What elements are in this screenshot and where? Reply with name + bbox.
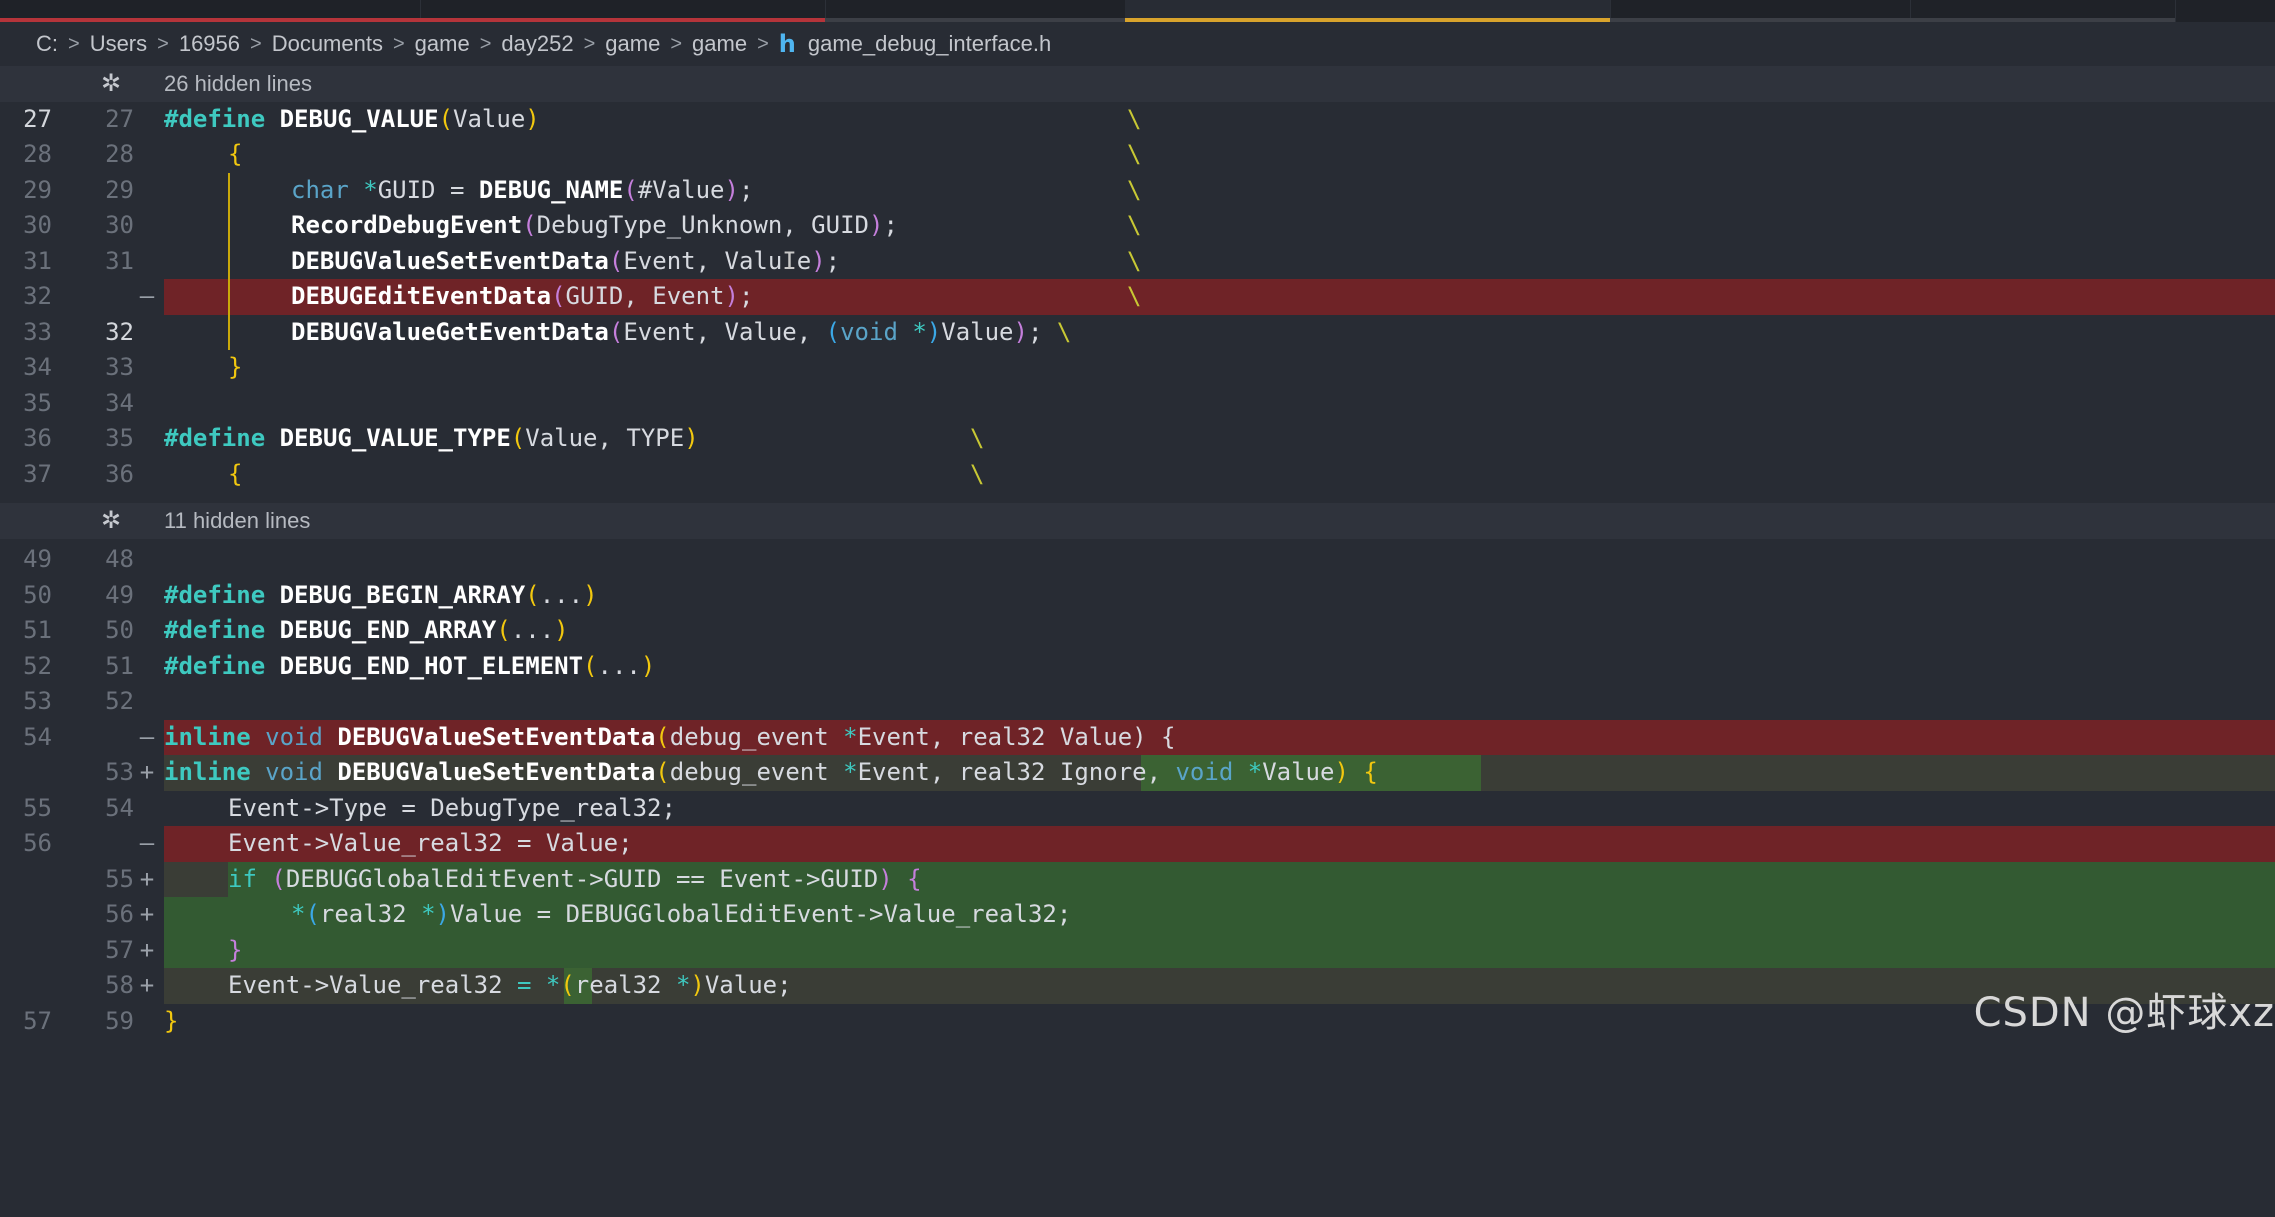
code-line: 35 34 bbox=[23, 388, 134, 417]
code-line: 57 59 } bbox=[23, 1006, 179, 1035]
hidden-lines-label: 11 hidden lines bbox=[164, 508, 311, 533]
hidden-lines-bar[interactable]: ✲ 11 hidden lines bbox=[0, 503, 2275, 539]
code-line: 34 33 } bbox=[23, 353, 243, 381]
added-line: 53 + inline void DEBUGValueSetEventData(… bbox=[0, 755, 2275, 791]
breadcrumb: C: > Users > 16956 > Documents > game > day25… bbox=[0, 22, 2275, 66]
added-line: 56 + *(real32 *)Value = DEBUGGlobalEditE… bbox=[0, 897, 2275, 933]
code-line: 55 54 Event->Type = DebugType_real32; bbox=[23, 793, 676, 822]
added-line: 58 + Event->Value_real32 = *(real32 *)Va… bbox=[0, 968, 2275, 1004]
added-line: 57 + } bbox=[0, 932, 2275, 968]
removed-mark: — bbox=[139, 282, 155, 310]
text-cursor-icon: I bbox=[782, 246, 797, 275]
old-line-number: 27 bbox=[23, 104, 52, 133]
code-line: 52 51 #define DEBUG_END_HOT_ELEMENT(...) bbox=[23, 651, 656, 680]
breadcrumb-item[interactable]: Documents bbox=[272, 31, 383, 57]
chevron-right-icon: > bbox=[479, 32, 492, 55]
watermark: CSDN @虾球xz bbox=[1973, 990, 2275, 1036]
breadcrumb-item[interactable]: game bbox=[605, 31, 660, 57]
chevron-right-icon: > bbox=[68, 32, 80, 55]
breadcrumb-item[interactable]: game bbox=[415, 31, 470, 57]
chevron-right-icon: > bbox=[250, 32, 262, 55]
code-line: 28 28 { \ bbox=[23, 140, 1142, 168]
chevron-right-icon: > bbox=[157, 32, 169, 55]
code-line: 31 31 DEBUGValueSetEventData(Event, Valu… bbox=[0, 243, 2275, 279]
chevron-right-icon: > bbox=[392, 32, 405, 55]
unfold-icon[interactable]: ✲ bbox=[96, 503, 126, 539]
editor-tab[interactable] bbox=[1910, 0, 2176, 22]
code-line: 37 36 { \ bbox=[23, 459, 985, 488]
breadcrumb-item[interactable]: day252 bbox=[501, 31, 573, 57]
chevron-right-icon: > bbox=[670, 32, 683, 55]
unfold-icon[interactable]: ✲ bbox=[96, 66, 126, 102]
code-line: 51 50 #define DEBUG_END_ARRAY(...) bbox=[23, 616, 569, 644]
c-header-file-icon: h bbox=[778, 30, 796, 58]
editor-tab[interactable] bbox=[825, 0, 1126, 22]
breadcrumb-item[interactable]: 16956 bbox=[179, 31, 240, 57]
editor-tab-active[interactable] bbox=[1125, 0, 1611, 22]
code-line: 27 27 #define DEBUG_VALUE(Value) \ bbox=[0, 102, 2275, 138]
new-line-number: 27 bbox=[105, 104, 134, 133]
breadcrumb-file[interactable]: game_debug_interface.h bbox=[808, 31, 1051, 57]
added-line: 55 + if (DEBUGGlobalEditEvent->GUID == E… bbox=[0, 861, 2275, 897]
code-line: 30 30 RecordDebugEvent(DebugType_Unknown… bbox=[0, 208, 2275, 244]
code-line: 49 48 bbox=[23, 545, 134, 573]
breadcrumb-item[interactable]: C: bbox=[36, 31, 58, 57]
hidden-lines-label: 26 hidden lines bbox=[164, 71, 313, 96]
breadcrumb-item[interactable]: game bbox=[692, 31, 747, 57]
editor-tab[interactable] bbox=[420, 0, 826, 22]
editor-tab[interactable] bbox=[0, 0, 421, 22]
breadcrumb-item[interactable]: Users bbox=[90, 31, 147, 57]
editor-tab[interactable] bbox=[1610, 0, 1911, 22]
diff-editor[interactable]: ✲ 26 hidden lines 27 27 #define DEBUG_VA… bbox=[0, 66, 2275, 1052]
deleted-line: 54 — inline void DEBUGValueSetEventData(… bbox=[0, 719, 2275, 755]
chevron-right-icon: > bbox=[757, 32, 769, 55]
code-line: 50 49 #define DEBUG_BEGIN_ARRAY(...) bbox=[23, 580, 598, 609]
deleted-line: 56 — Event->Value_real32 = Value; bbox=[0, 826, 2275, 862]
editor-tab-strip bbox=[0, 0, 2275, 22]
chevron-right-icon: > bbox=[583, 32, 596, 55]
hidden-lines-bar[interactable]: ✲ 26 hidden lines bbox=[0, 66, 2275, 102]
code-line: 53 52 bbox=[23, 687, 134, 715]
code-line: 36 35 #define DEBUG_VALUE_TYPE(Value, TY… bbox=[23, 424, 985, 452]
deleted-line: 32 — DEBUGEditEventData(GUID, Event); \ bbox=[0, 279, 2275, 315]
code-line: 33 32 DEBUGValueGetEventData(Event, Valu… bbox=[0, 314, 2275, 350]
code-line: 29 29 char *GUID = DEBUG_NAME(#Value); \ bbox=[0, 172, 2275, 208]
